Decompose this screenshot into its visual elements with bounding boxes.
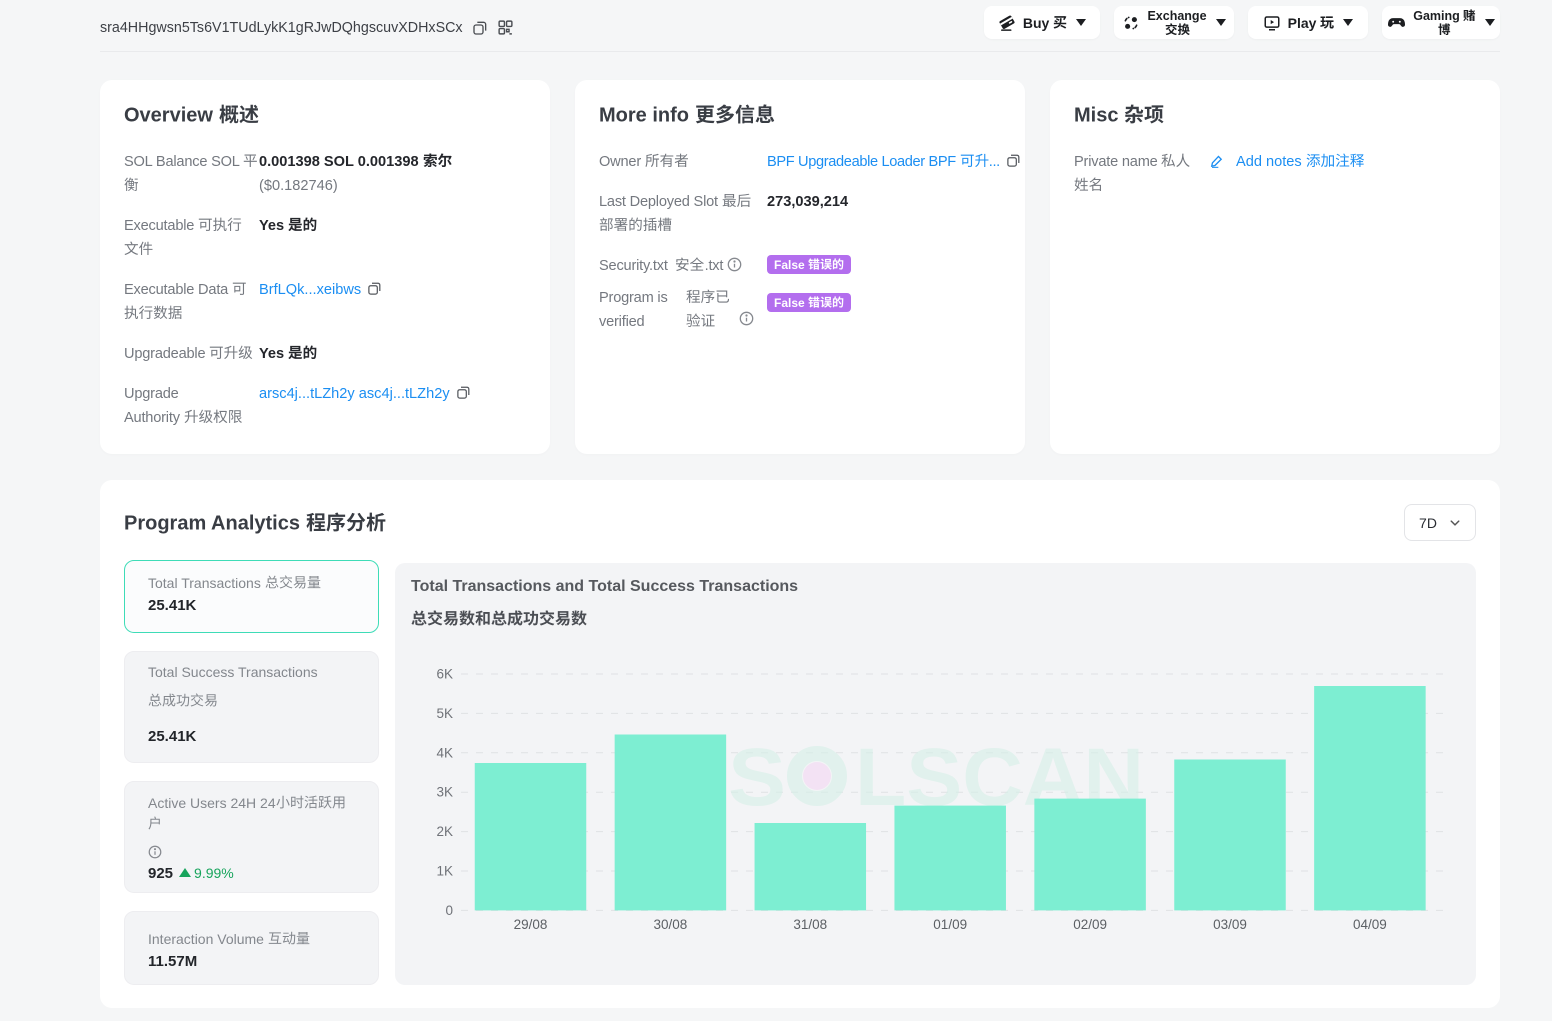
svg-text:4K: 4K bbox=[436, 745, 453, 760]
svg-text:1K: 1K bbox=[436, 863, 453, 878]
svg-text:3K: 3K bbox=[436, 784, 453, 799]
svg-text:04/09: 04/09 bbox=[1353, 917, 1387, 932]
svg-text:31/08: 31/08 bbox=[793, 917, 827, 932]
svg-text:S: S bbox=[728, 732, 786, 823]
svg-text:03/09: 03/09 bbox=[1213, 917, 1247, 932]
svg-text:0: 0 bbox=[445, 902, 453, 917]
svg-text:2K: 2K bbox=[436, 824, 453, 839]
svg-text:02/09: 02/09 bbox=[1073, 917, 1107, 932]
svg-text:30/08: 30/08 bbox=[654, 917, 688, 932]
svg-text:01/09: 01/09 bbox=[933, 917, 967, 932]
svg-text:29/08: 29/08 bbox=[514, 917, 548, 932]
svg-text:6K: 6K bbox=[436, 666, 453, 681]
svg-text:5K: 5K bbox=[436, 705, 453, 720]
